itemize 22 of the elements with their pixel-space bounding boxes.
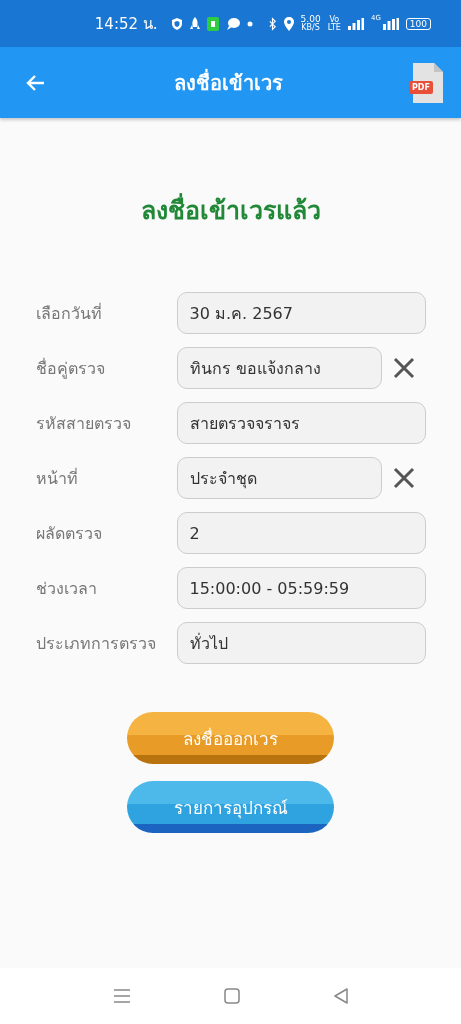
input-field[interactable]: 2 xyxy=(176,512,426,554)
field-label: ประเภทการตรวจ xyxy=(35,632,157,655)
input-field[interactable]: ประจำชุด xyxy=(176,457,382,499)
lte-label: LTE xyxy=(327,23,341,32)
input-field[interactable]: 30 ม.ค. 2567 xyxy=(176,292,426,334)
field-label: หน้าที่ xyxy=(35,467,79,490)
battery-level: 100 xyxy=(405,17,431,30)
speed-unit: KB/S xyxy=(301,24,320,32)
field-label: ช่วงเวลา xyxy=(35,577,98,600)
field-label: ชื่อคู่ตรวจ xyxy=(35,357,106,381)
input-field[interactable]: สายตรวจจราจร xyxy=(176,402,426,444)
volte-label: Vo xyxy=(329,15,340,24)
network-speed: 5.00 xyxy=(300,15,321,24)
input-field[interactable]: 15:00:00 - 05:59:59 xyxy=(176,567,426,609)
input-field[interactable]: ทั่วไป xyxy=(176,622,426,664)
field-label: เลือกวันที่ xyxy=(35,302,103,325)
status-time: 14:52 น. xyxy=(94,13,158,35)
field-label: ผลัดตรวจ xyxy=(35,522,103,545)
input-field[interactable]: ทินกร ขอแจ้งกลาง xyxy=(176,347,382,389)
status-heading: ลงชื่อเข้าเวรแล้ว xyxy=(140,190,321,230)
field-label: รหัสสายตรวจ xyxy=(35,412,132,435)
screen-title: ลงชื่อเข้าเวร xyxy=(173,68,284,97)
